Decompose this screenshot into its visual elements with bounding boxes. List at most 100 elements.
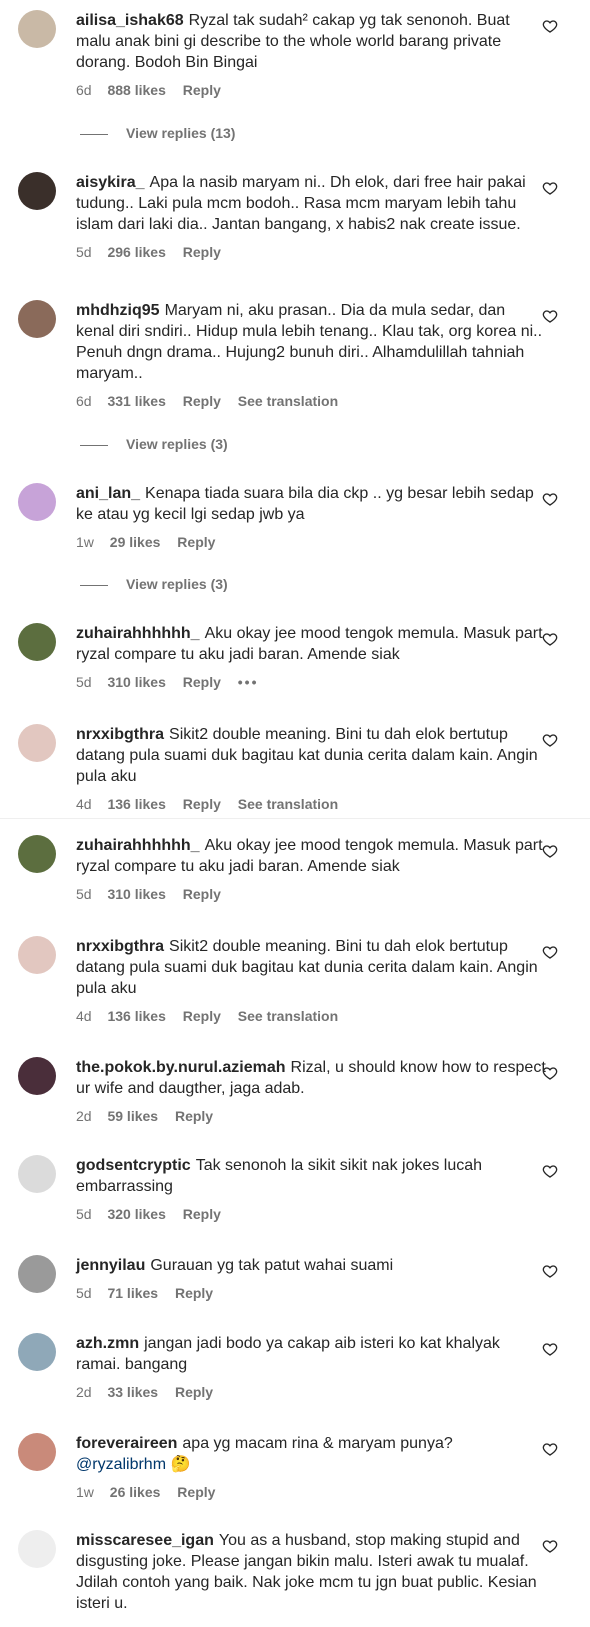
comment-username[interactable]: aisykira_ [76, 174, 145, 191]
like-heart-icon[interactable] [542, 944, 558, 960]
likes-count[interactable]: 331 likes [107, 393, 165, 409]
like-heart-icon[interactable] [542, 491, 558, 507]
view-replies-button[interactable]: View replies (13) [80, 125, 235, 141]
like-heart-icon[interactable] [542, 1441, 558, 1457]
comment-meta: 5d 320 likes Reply [76, 1206, 546, 1224]
comment-username[interactable]: ailisa_ishak68 [76, 12, 184, 29]
avatar[interactable] [18, 724, 56, 762]
comment-username[interactable]: foreveraireen [76, 1435, 177, 1452]
like-heart-icon[interactable] [542, 1538, 558, 1554]
like-heart-icon[interactable] [542, 1341, 558, 1357]
reply-button[interactable]: Reply [177, 534, 215, 550]
likes-count[interactable]: 888 likes [107, 82, 165, 98]
see-translation-button[interactable]: See translation [238, 1008, 338, 1024]
reply-button[interactable]: Reply [183, 244, 221, 260]
reply-button[interactable]: Reply [175, 1384, 213, 1400]
likes-count[interactable]: 26 likes [110, 1484, 161, 1500]
likes-count[interactable]: 136 likes [107, 796, 165, 812]
reply-button[interactable]: Reply [175, 1285, 213, 1301]
reply-button[interactable]: Reply [183, 674, 221, 690]
like-heart-icon[interactable] [542, 1065, 558, 1081]
see-translation-button[interactable]: See translation [238, 796, 338, 812]
avatar[interactable] [18, 300, 56, 338]
comment-time: 6d [76, 393, 92, 409]
comment-time: 4d [76, 1008, 92, 1024]
comment-username[interactable]: nrxxibgthra [76, 726, 164, 743]
comment-meta: 2d 59 likes Reply [76, 1108, 546, 1126]
comment-username[interactable]: mhdhziq95 [76, 302, 160, 319]
avatar[interactable] [18, 1255, 56, 1293]
likes-count[interactable]: 71 likes [107, 1285, 158, 1301]
comment-username[interactable]: zuhairahhhhhh_ [76, 837, 200, 854]
likes-count[interactable]: 320 likes [107, 1206, 165, 1222]
likes-count[interactable]: 136 likes [107, 1008, 165, 1024]
likes-count[interactable]: 29 likes [110, 534, 161, 550]
like-heart-icon[interactable] [542, 732, 558, 748]
divider-line [80, 584, 108, 586]
view-replies-button[interactable]: View replies (3) [80, 436, 228, 452]
comment-text: jangan jadi bodo ya cakap aib isteri ko … [76, 1335, 500, 1373]
avatar[interactable] [18, 1155, 56, 1193]
comment-time: 5d [76, 886, 92, 902]
avatar[interactable] [18, 483, 56, 521]
comment-username[interactable]: the.pokok.by.nurul.aziemah [76, 1059, 286, 1076]
comment-time: 2d [76, 1384, 92, 1400]
comment-time: 5d [76, 1285, 92, 1301]
avatar[interactable] [18, 1333, 56, 1371]
more-options-icon[interactable]: ••• [238, 674, 259, 690]
view-replies-button[interactable]: View replies (3) [80, 576, 228, 592]
comment-username[interactable]: nrxxibgthra [76, 938, 164, 955]
comment-text: Kenapa tiada suara bila dia ckp .. yg be… [76, 485, 534, 523]
reply-button[interactable]: Reply [183, 1008, 221, 1024]
avatar[interactable] [18, 1057, 56, 1095]
like-heart-icon[interactable] [542, 1163, 558, 1179]
comment-time: 4d [76, 796, 92, 812]
likes-count[interactable]: 310 likes [107, 886, 165, 902]
avatar[interactable] [18, 172, 56, 210]
reply-button[interactable]: Reply [175, 1108, 213, 1124]
reply-button[interactable]: Reply [177, 1484, 215, 1500]
comment-username[interactable]: misscaresee_igan [76, 1532, 214, 1549]
comment-meta: 5d 71 likes Reply [76, 1285, 546, 1303]
comment-time: 1w [76, 1484, 94, 1500]
reply-button[interactable]: Reply [183, 886, 221, 902]
comment-time: 5d [76, 674, 92, 690]
avatar[interactable] [18, 1530, 56, 1568]
mention-link[interactable]: @ryzalibrhm [76, 1456, 166, 1473]
emoji: 🤔 [170, 1456, 191, 1473]
comment-meta: 1w 29 likes Reply [76, 534, 546, 552]
comment-username[interactable]: zuhairahhhhhh_ [76, 625, 200, 642]
comment-username[interactable]: ani_lan_ [76, 485, 140, 502]
likes-count[interactable]: 59 likes [107, 1108, 158, 1124]
comment-username[interactable]: godsentcryptic [76, 1157, 191, 1174]
like-heart-icon[interactable] [542, 631, 558, 647]
avatar[interactable] [18, 623, 56, 661]
comment-username[interactable]: jennyilau [76, 1257, 145, 1274]
comment-meta: 1w 26 likes Reply [76, 1484, 546, 1502]
reply-button[interactable]: Reply [183, 393, 221, 409]
like-heart-icon[interactable] [542, 1263, 558, 1279]
avatar[interactable] [18, 835, 56, 873]
like-heart-icon[interactable] [542, 180, 558, 196]
likes-count[interactable]: 296 likes [107, 244, 165, 260]
comment-time: 2d [76, 1108, 92, 1124]
comment-meta: 5d 310 likes Reply [76, 886, 546, 904]
like-heart-icon[interactable] [542, 843, 558, 859]
reply-button[interactable]: Reply [183, 82, 221, 98]
avatar[interactable] [18, 936, 56, 974]
avatar[interactable] [18, 1433, 56, 1471]
like-heart-icon[interactable] [542, 308, 558, 324]
likes-count[interactable]: 310 likes [107, 674, 165, 690]
comment-text: apa yg macam rina & maryam punya? [182, 1435, 453, 1452]
comment-username[interactable]: azh.zmn [76, 1335, 139, 1352]
reply-button[interactable]: Reply [183, 1206, 221, 1222]
see-translation-button[interactable]: See translation [238, 393, 338, 409]
avatar[interactable] [18, 10, 56, 48]
comment-time: 5d [76, 244, 92, 260]
divider-line [80, 444, 108, 446]
comment-time: 1w [76, 534, 94, 550]
like-heart-icon[interactable] [542, 18, 558, 34]
likes-count[interactable]: 33 likes [107, 1384, 158, 1400]
reply-button[interactable]: Reply [183, 796, 221, 812]
comment-meta: 6d 888 likes Reply [76, 82, 546, 100]
